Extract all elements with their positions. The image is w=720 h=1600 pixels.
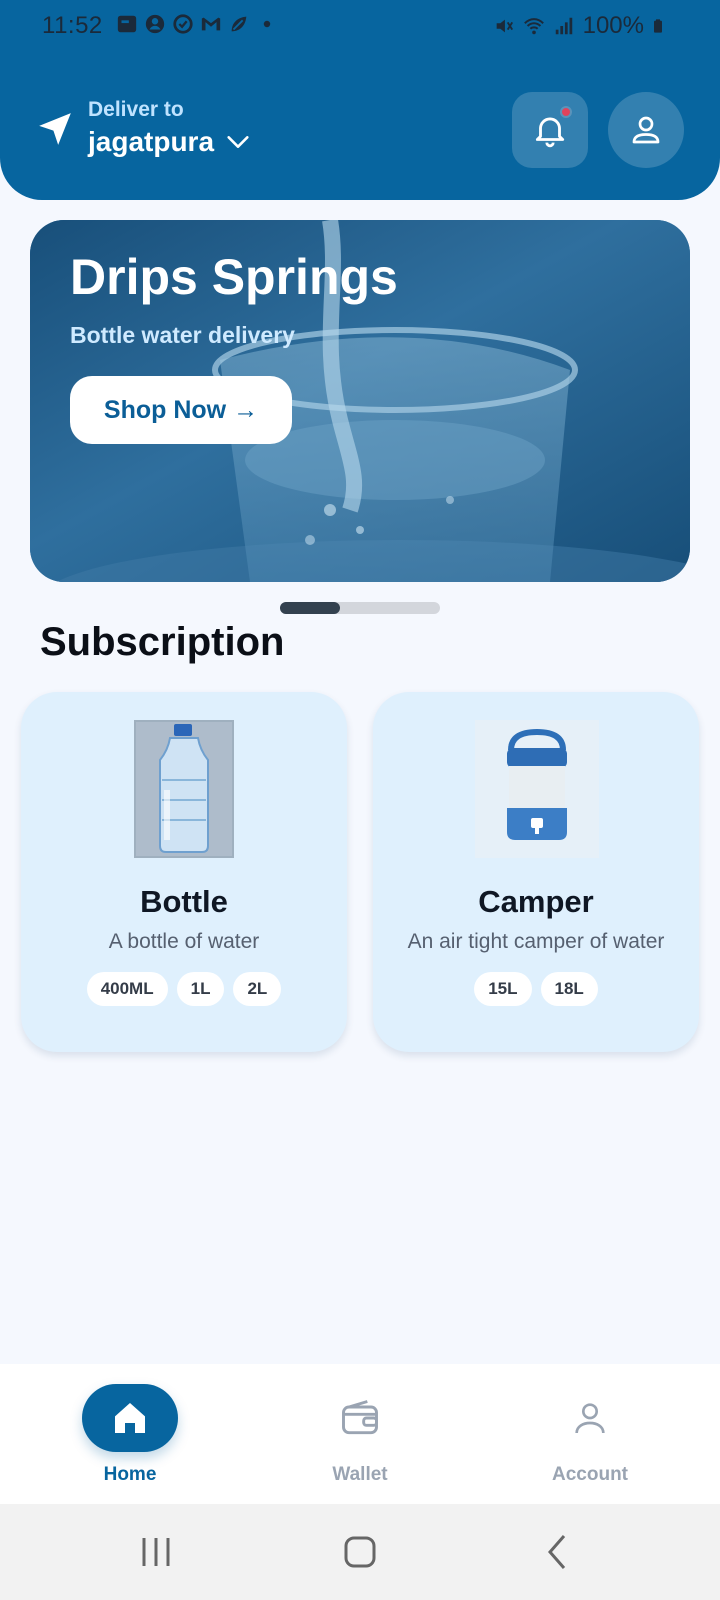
profile-button[interactable] (608, 92, 684, 168)
gmail-icon (201, 17, 221, 31)
product-description: A bottle of water (108, 930, 260, 953)
nav-item-account[interactable]: Account (470, 1364, 710, 1504)
nav-label-home: Home (103, 1464, 157, 1485)
account-icon-container (542, 1384, 638, 1452)
banner-subtitle: Bottle water delivery (70, 322, 295, 348)
contact-icon (145, 14, 165, 34)
status-system-icons: 100% (493, 12, 668, 40)
mute-icon (496, 19, 513, 33)
location-arrow-icon (39, 113, 71, 145)
product-card-camper[interactable]: Camper An air tight camper of water 15L … (373, 692, 699, 1052)
leaf-icon (231, 16, 247, 32)
status-bar: 11:52 100% (0, 0, 720, 54)
recents-icon (142, 1538, 170, 1566)
dot-icon (263, 20, 271, 28)
carousel-indicator-active (280, 602, 340, 614)
signal-icon (555, 17, 572, 35)
back-icon (548, 1535, 566, 1569)
system-navigation-bar (0, 1504, 720, 1600)
user-icon (632, 116, 660, 144)
recents-button[interactable] (132, 1530, 180, 1574)
wallet-icon (342, 1400, 378, 1435)
home-icon-container (82, 1384, 178, 1452)
wifi-icon (523, 18, 544, 35)
size-chips: 15L 18L (373, 972, 699, 1006)
promo-banner[interactable]: Drips Springs Bottle water delivery Shop… (30, 220, 690, 582)
water-bottle-image (134, 720, 234, 858)
home-system-button[interactable] (336, 1530, 384, 1574)
product-name: Camper (478, 884, 594, 919)
product-card-bottle[interactable]: Bottle A bottle of water 400ML 1L 2L (21, 692, 347, 1052)
nav-item-wallet[interactable]: Wallet (240, 1364, 480, 1504)
notification-badge (560, 106, 572, 118)
battery-percent: 100% (582, 12, 644, 39)
message-icon (117, 15, 137, 33)
product-name: Bottle (140, 884, 228, 919)
shop-now-button[interactable]: Shop Now → (70, 376, 292, 444)
size-chips: 400ML 1L 2L (21, 972, 347, 1006)
chevron-down-icon (227, 136, 249, 148)
water-camper-image (475, 720, 599, 858)
location-name: jagatpura (88, 126, 252, 158)
nav-label-account: Account (552, 1464, 628, 1485)
location-text: jagatpura (88, 126, 215, 157)
nav-label-wallet: Wallet (332, 1464, 388, 1485)
banner-title: Drips Springs (70, 249, 398, 305)
size-chip[interactable]: 2L (233, 972, 282, 1006)
app-header: 11:52 100% Deliver to jagatpura (0, 0, 720, 200)
battery-icon (654, 19, 662, 33)
size-chip[interactable]: 15L (474, 972, 532, 1006)
size-chip[interactable]: 18L (540, 972, 598, 1006)
product-description: An air tight camper of water (407, 930, 665, 953)
home-circle-icon (344, 1536, 376, 1568)
nav-item-home[interactable]: Home (10, 1364, 250, 1504)
deliver-to-label: Deliver to (88, 98, 184, 121)
status-notification-icons (116, 13, 278, 35)
back-button[interactable] (534, 1530, 582, 1574)
user-icon (575, 1403, 605, 1434)
size-chip[interactable]: 400ML (86, 972, 168, 1006)
size-chip[interactable]: 1L (176, 972, 225, 1006)
wallet-icon-container (312, 1384, 408, 1452)
bottom-navigation: Home Wallet Account (0, 1364, 720, 1504)
status-time: 11:52 (42, 12, 103, 39)
carousel-indicator (280, 602, 440, 614)
section-title: Subscription (40, 620, 285, 664)
app-icon (173, 14, 193, 34)
notifications-button[interactable] (512, 92, 588, 168)
home-icon (115, 1403, 145, 1433)
